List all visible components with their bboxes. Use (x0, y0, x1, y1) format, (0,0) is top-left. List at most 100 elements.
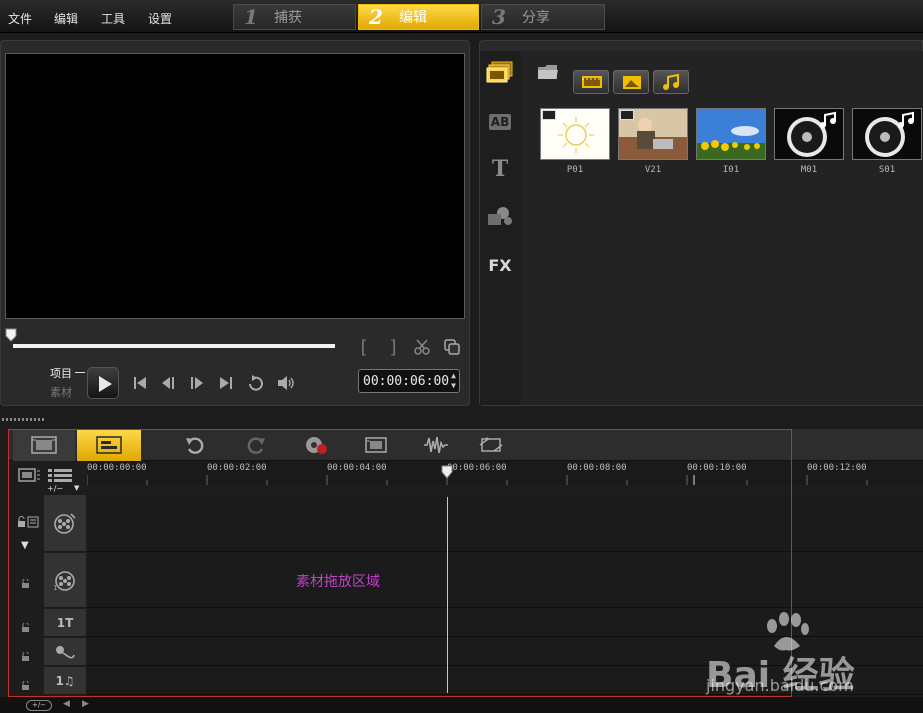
filter-fx-icon[interactable]: FX (485, 252, 515, 278)
media-thumbnail-p01[interactable] (540, 108, 610, 160)
chevron-down-icon[interactable]: ▼ (451, 381, 456, 390)
menu-settings[interactable]: 设置 (148, 10, 172, 27)
show-photo-button[interactable] (613, 70, 649, 94)
title-track-header[interactable]: 1T (44, 609, 86, 637)
menu-edit[interactable]: 编辑 (54, 10, 78, 27)
step-tab-edit[interactable]: 2 编辑 (358, 4, 479, 30)
add-track-button[interactable]: +/− (26, 700, 52, 711)
overlay-track-header[interactable]: 1 (44, 553, 86, 608)
lock-icon[interactable] (21, 647, 31, 661)
media-label: V21 (644, 165, 662, 175)
movie-icon[interactable] (361, 429, 391, 461)
step-label: 编辑 (399, 10, 427, 26)
tick-label: 00:00:02:00 (207, 463, 267, 473)
music-track-icon: 1♫ (55, 673, 75, 688)
zoom-chevron-down-icon[interactable]: ▼ (74, 484, 79, 492)
playhead-marker[interactable] (441, 465, 453, 479)
scrub-bar[interactable] (13, 344, 335, 348)
title-t-icon[interactable]: T (485, 156, 515, 182)
scissors-icon[interactable] (411, 337, 433, 357)
play-icon (99, 376, 112, 392)
storyboard-view-button[interactable] (13, 429, 75, 461)
transition-ab-icon[interactable]: AB (485, 109, 515, 135)
audio-waveform-icon[interactable] (421, 429, 451, 461)
go-to-start-icon[interactable] (129, 372, 151, 394)
library-content: P01 V21 I01 M01 S01 (521, 51, 923, 405)
video-track-header[interactable] (44, 495, 86, 552)
preview-window (5, 53, 465, 319)
timeline-toolbar (9, 429, 923, 461)
volume-icon[interactable] (274, 371, 298, 395)
collapse-chevron-down-icon[interactable]: ▼ (21, 540, 29, 551)
undo-icon[interactable] (181, 429, 209, 461)
tick-label: 00:00:08:00 (567, 463, 627, 473)
folder-icon[interactable] (537, 63, 559, 85)
mark-in-icon[interactable]: [ (357, 337, 371, 358)
overlay-track[interactable]: 素材拖放区域 (87, 553, 923, 608)
scroll-right-icon[interactable]: ▶ (82, 699, 89, 709)
music-track-header[interactable]: 1♫ (44, 667, 86, 695)
media-icon[interactable] (485, 59, 515, 85)
mode-project[interactable]: 项目 (50, 365, 72, 381)
tick-label: 00:00:12:00 (807, 463, 867, 473)
video-track[interactable] (87, 495, 923, 552)
video-badge-icon (620, 110, 634, 120)
step-tab-capture[interactable]: 1 捕获 (233, 4, 356, 30)
mode-clip[interactable]: 素材 (50, 384, 72, 400)
copy-icon[interactable] (441, 337, 463, 357)
audio-disc-icon (775, 109, 843, 159)
film-strip-icon (31, 436, 57, 454)
scrub-handle[interactable] (5, 328, 17, 342)
previous-frame-icon[interactable] (157, 372, 179, 394)
repeat-icon[interactable] (244, 371, 268, 395)
audio-disc-icon (853, 109, 921, 159)
library-panel: AB T FX » P01 (479, 40, 923, 406)
show-video-button[interactable] (573, 70, 609, 94)
svg-text:1: 1 (53, 584, 57, 591)
redo-icon[interactable] (242, 429, 270, 461)
menu-tools[interactable]: 工具 (101, 10, 125, 27)
graphics-icon[interactable] (485, 203, 515, 229)
record-capture-icon[interactable] (301, 429, 331, 461)
media-thumbnail-i01[interactable] (696, 108, 766, 160)
music-note-icon (663, 73, 679, 90)
video-badge-icon (542, 110, 556, 120)
playhead-line (447, 497, 448, 693)
ruler-ticks (87, 475, 868, 485)
media-thumbnail-m01[interactable] (774, 108, 844, 160)
media-thumbnail-v21[interactable] (618, 108, 688, 160)
voice-track-header[interactable] (44, 638, 86, 666)
chevron-up-icon[interactable]: ▲ (451, 371, 456, 380)
step-label: 分享 (522, 10, 550, 26)
step-tab-share[interactable]: 3 分享 (481, 4, 605, 30)
lock-all-icon[interactable] (17, 513, 39, 532)
scroll-left-icon[interactable]: ◀ (63, 699, 70, 709)
play-button[interactable] (87, 367, 119, 399)
lock-icon[interactable] (21, 676, 31, 690)
watermark-url: jingyan.baidu.com (706, 676, 854, 695)
film-icon (582, 76, 602, 88)
smart-package-icon[interactable] (476, 429, 506, 461)
tick-label: 00:00:04:00 (327, 463, 387, 473)
lock-icon[interactable] (21, 574, 31, 588)
show-audio-button[interactable] (653, 70, 689, 94)
track-manager-icon[interactable] (18, 467, 40, 486)
media-label: S01 (878, 165, 896, 175)
video-reel-icon (54, 513, 76, 534)
next-frame-icon[interactable] (186, 372, 208, 394)
timecode-value: 00:00:06:00 (363, 373, 450, 389)
title-track-icon: 1T (56, 615, 74, 630)
time-ruler[interactable]: 00:00:00:00 00:00:02:00 00:00:04:00 00:0… (87, 461, 923, 485)
mark-out-icon[interactable]: ] (386, 337, 400, 358)
timecode-field[interactable]: 00:00:06:00 ▲ ▼ (358, 369, 460, 393)
lock-icon[interactable] (21, 618, 31, 632)
step-number: 3 (492, 5, 506, 29)
zoom-control[interactable]: +/− (47, 484, 63, 493)
media-thumbnail-s01[interactable] (852, 108, 922, 160)
step-label: 捕获 (274, 10, 302, 26)
media-label: M01 (800, 165, 818, 175)
go-to-end-icon[interactable] (215, 372, 237, 394)
library-sidebar: AB T FX » (480, 51, 542, 405)
timeline-view-button[interactable] (77, 429, 141, 461)
menu-file[interactable]: 文件 (8, 10, 32, 27)
